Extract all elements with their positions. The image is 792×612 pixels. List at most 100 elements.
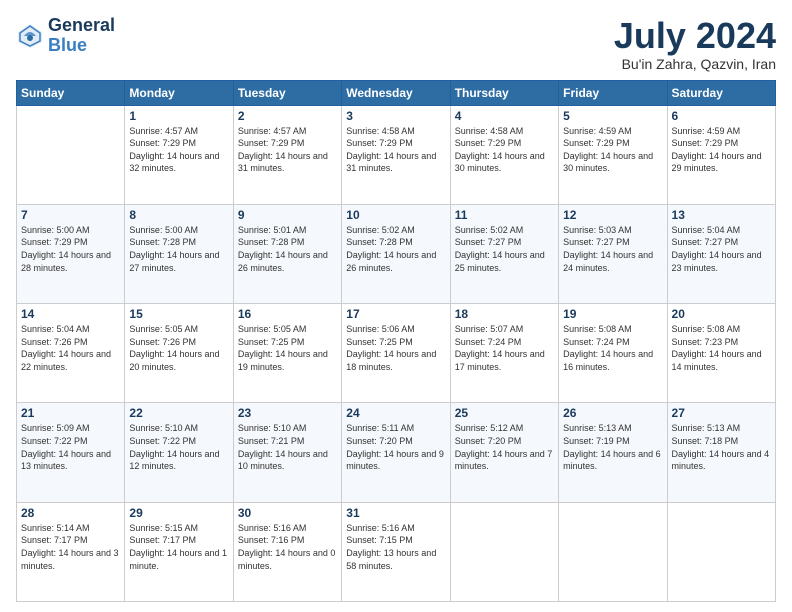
day-number: 3 <box>346 109 445 123</box>
table-row: 4Sunrise: 4:58 AM Sunset: 7:29 PM Daylig… <box>450 105 558 204</box>
col-monday: Monday <box>125 80 233 105</box>
day-info: Sunrise: 4:59 AM Sunset: 7:29 PM Dayligh… <box>563 125 662 175</box>
table-row: 28 Sunrise: 5:14 AM Sunset: 7:17 PM Dayli… <box>17 502 125 601</box>
day-number: 30 <box>238 506 337 520</box>
day-number: 5 <box>563 109 662 123</box>
day-info: Sunrise: 5:05 AM Sunset: 7:26 PM Dayligh… <box>129 323 228 373</box>
day-info: Sunrise: 5:07 AM Sunset: 7:24 PM Dayligh… <box>455 323 554 373</box>
day-info: Sunrise: 5:05 AM Sunset: 7:25 PM Dayligh… <box>238 323 337 373</box>
day-info: Sunrise: 5:00 AM Sunset: 7:29 PM Dayligh… <box>21 224 120 274</box>
day-info: Sunrise: 5:02 AM Sunset: 7:28 PM Dayligh… <box>346 224 445 274</box>
table-row: 16 Sunrise: 5:05 AM Sunset: 7:25 PM Dayli… <box>233 304 341 403</box>
day-info: Sunrise: 5:14 AM Sunset: 7:17 PM Dayligh… <box>21 522 120 572</box>
table-row: 15 Sunrise: 5:05 AM Sunset: 7:26 PM Dayli… <box>125 304 233 403</box>
day-number: 6 <box>672 109 771 123</box>
day-info: Sunrise: 5:08 AM Sunset: 7:23 PM Dayligh… <box>672 323 771 373</box>
calendar-week-row: 14 Sunrise: 5:04 AM Sunset: 7:26 PM Dayli… <box>17 304 776 403</box>
calendar-week-row: 28 Sunrise: 5:14 AM Sunset: 7:17 PM Dayli… <box>17 502 776 601</box>
col-friday: Friday <box>559 80 667 105</box>
day-info: Sunrise: 5:03 AM Sunset: 7:27 PM Dayligh… <box>563 224 662 274</box>
col-tuesday: Tuesday <box>233 80 341 105</box>
calendar-week-row: 1Sunrise: 4:57 AM Sunset: 7:29 PM Daylig… <box>17 105 776 204</box>
day-number: 20 <box>672 307 771 321</box>
day-info: Sunrise: 5:04 AM Sunset: 7:26 PM Dayligh… <box>21 323 120 373</box>
table-row <box>667 502 775 601</box>
table-row <box>559 502 667 601</box>
title-block: July 2024 Bu'in Zahra, Qazvin, Iran <box>614 16 776 72</box>
table-row: 6 Sunrise: 4:59 AM Sunset: 7:29 PM Daylig… <box>667 105 775 204</box>
day-number: 4 <box>455 109 554 123</box>
day-number: 22 <box>129 406 228 420</box>
day-number: 12 <box>563 208 662 222</box>
day-number: 17 <box>346 307 445 321</box>
main-title: July 2024 <box>614 16 776 56</box>
table-row <box>450 502 558 601</box>
day-number: 21 <box>21 406 120 420</box>
calendar-week-row: 21 Sunrise: 5:09 AM Sunset: 7:22 PM Dayli… <box>17 403 776 502</box>
day-info: Sunrise: 4:57 AM Sunset: 7:29 PM Dayligh… <box>129 125 228 175</box>
calendar-table: Sunday Monday Tuesday Wednesday Thursday… <box>16 80 776 602</box>
table-row: 31 Sunrise: 5:16 AM Sunset: 7:15 PM Dayli… <box>342 502 450 601</box>
table-row: 8Sunrise: 5:00 AM Sunset: 7:28 PM Daylig… <box>125 204 233 303</box>
day-number: 16 <box>238 307 337 321</box>
table-row: 14 Sunrise: 5:04 AM Sunset: 7:26 PM Dayli… <box>17 304 125 403</box>
table-row: 2 Sunrise: 4:57 AM Sunset: 7:29 PM Daylig… <box>233 105 341 204</box>
table-row: 22Sunrise: 5:10 AM Sunset: 7:22 PM Dayli… <box>125 403 233 502</box>
table-row: 13Sunrise: 5:04 AM Sunset: 7:27 PM Dayli… <box>667 204 775 303</box>
day-number: 24 <box>346 406 445 420</box>
logo-text: General Blue <box>48 16 115 56</box>
day-info: Sunrise: 5:04 AM Sunset: 7:27 PM Dayligh… <box>672 224 771 274</box>
logo: General Blue <box>16 16 115 56</box>
day-info: Sunrise: 5:06 AM Sunset: 7:25 PM Dayligh… <box>346 323 445 373</box>
table-row: 25Sunrise: 5:12 AM Sunset: 7:20 PM Dayli… <box>450 403 558 502</box>
table-row: 12 Sunrise: 5:03 AM Sunset: 7:27 PM Dayli… <box>559 204 667 303</box>
day-number: 19 <box>563 307 662 321</box>
day-number: 23 <box>238 406 337 420</box>
day-info: Sunrise: 5:01 AM Sunset: 7:28 PM Dayligh… <box>238 224 337 274</box>
table-row: 24 Sunrise: 5:11 AM Sunset: 7:20 PM Dayli… <box>342 403 450 502</box>
day-info: Sunrise: 5:16 AM Sunset: 7:15 PM Dayligh… <box>346 522 445 572</box>
col-saturday: Saturday <box>667 80 775 105</box>
table-row: 11 Sunrise: 5:02 AM Sunset: 7:27 PM Dayli… <box>450 204 558 303</box>
page: General Blue July 2024 Bu'in Zahra, Qazv… <box>0 0 792 612</box>
day-number: 28 <box>21 506 120 520</box>
day-number: 11 <box>455 208 554 222</box>
table-row: 27Sunrise: 5:13 AM Sunset: 7:18 PM Dayli… <box>667 403 775 502</box>
table-row: 30 Sunrise: 5:16 AM Sunset: 7:16 PM Dayli… <box>233 502 341 601</box>
day-number: 25 <box>455 406 554 420</box>
day-number: 14 <box>21 307 120 321</box>
day-info: Sunrise: 4:59 AM Sunset: 7:29 PM Dayligh… <box>672 125 771 175</box>
table-row: 7Sunrise: 5:00 AM Sunset: 7:29 PM Daylig… <box>17 204 125 303</box>
table-row: 20 Sunrise: 5:08 AM Sunset: 7:23 PM Dayli… <box>667 304 775 403</box>
day-number: 9 <box>238 208 337 222</box>
day-number: 31 <box>346 506 445 520</box>
header: General Blue July 2024 Bu'in Zahra, Qazv… <box>16 16 776 72</box>
day-number: 29 <box>129 506 228 520</box>
calendar-header-row: Sunday Monday Tuesday Wednesday Thursday… <box>17 80 776 105</box>
day-info: Sunrise: 5:16 AM Sunset: 7:16 PM Dayligh… <box>238 522 337 572</box>
table-row: 3 Sunrise: 4:58 AM Sunset: 7:29 PM Daylig… <box>342 105 450 204</box>
day-info: Sunrise: 5:02 AM Sunset: 7:27 PM Dayligh… <box>455 224 554 274</box>
day-info: Sunrise: 5:08 AM Sunset: 7:24 PM Dayligh… <box>563 323 662 373</box>
calendar-week-row: 7Sunrise: 5:00 AM Sunset: 7:29 PM Daylig… <box>17 204 776 303</box>
day-number: 8 <box>129 208 228 222</box>
day-number: 2 <box>238 109 337 123</box>
day-number: 15 <box>129 307 228 321</box>
day-info: Sunrise: 5:13 AM Sunset: 7:19 PM Dayligh… <box>563 422 662 472</box>
day-info: Sunrise: 4:58 AM Sunset: 7:29 PM Dayligh… <box>346 125 445 175</box>
day-info: Sunrise: 5:11 AM Sunset: 7:20 PM Dayligh… <box>346 422 445 472</box>
col-thursday: Thursday <box>450 80 558 105</box>
day-info: Sunrise: 5:15 AM Sunset: 7:17 PM Dayligh… <box>129 522 228 572</box>
day-info: Sunrise: 4:57 AM Sunset: 7:29 PM Dayligh… <box>238 125 337 175</box>
table-row: 23Sunrise: 5:10 AM Sunset: 7:21 PM Dayli… <box>233 403 341 502</box>
table-row <box>17 105 125 204</box>
table-row: 18 Sunrise: 5:07 AM Sunset: 7:24 PM Dayli… <box>450 304 558 403</box>
table-row: 17 Sunrise: 5:06 AM Sunset: 7:25 PM Dayli… <box>342 304 450 403</box>
table-row: 19 Sunrise: 5:08 AM Sunset: 7:24 PM Dayli… <box>559 304 667 403</box>
day-number: 26 <box>563 406 662 420</box>
table-row: 1Sunrise: 4:57 AM Sunset: 7:29 PM Daylig… <box>125 105 233 204</box>
day-info: Sunrise: 5:09 AM Sunset: 7:22 PM Dayligh… <box>21 422 120 472</box>
subtitle: Bu'in Zahra, Qazvin, Iran <box>614 56 776 72</box>
day-number: 18 <box>455 307 554 321</box>
day-number: 27 <box>672 406 771 420</box>
